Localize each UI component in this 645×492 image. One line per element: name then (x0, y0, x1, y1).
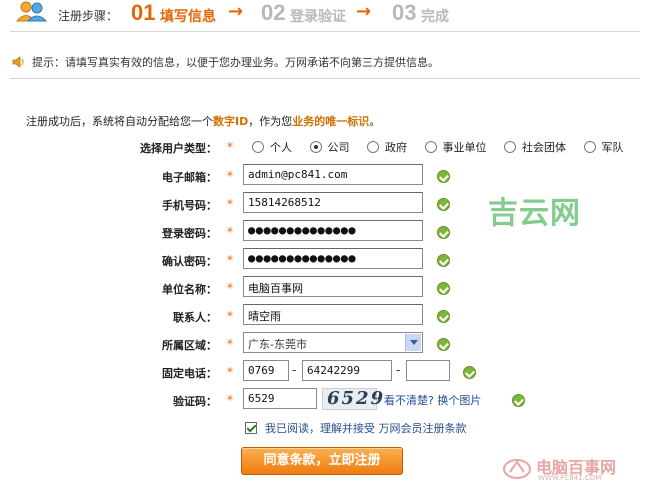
phone-separator: - (292, 363, 297, 377)
company-label: 单位名称： (162, 283, 217, 296)
radio-label: 公司 (327, 141, 350, 154)
site-logo-icon (503, 459, 531, 479)
arrow-icon: → (228, 1, 244, 22)
agree-register-button[interactable]: 同意条款，立即注册 (241, 447, 403, 475)
note-highlight-id: 数字ID (213, 115, 249, 128)
radio-military[interactable]: 军队 (583, 139, 624, 155)
step-1-number: 01 (131, 0, 156, 25)
divider (10, 31, 640, 32)
steps-label: 注册步骤： (58, 9, 119, 23)
required-mark: * (227, 253, 233, 267)
required-mark: * (227, 197, 233, 211)
divider (10, 78, 640, 79)
speaker-icon (12, 56, 24, 68)
radio-social-group[interactable]: 社会团体 (504, 139, 566, 155)
note-highlight-unique: 业务的唯一标识 (292, 115, 370, 128)
note-text: 注册成功后，系统将自动分配给您一个 (26, 115, 213, 128)
required-mark: * (227, 225, 233, 239)
email-input[interactable]: admin@pc841.com (243, 164, 423, 185)
required-mark: * (227, 281, 233, 295)
valid-check-icon (463, 366, 476, 379)
step-1-text: 填写信息 (160, 9, 216, 25)
radio-label: 军队 (601, 141, 624, 154)
captcha-image[interactable]: 6529 (322, 388, 383, 410)
radio-label: 政府 (385, 141, 407, 154)
radio-icon[interactable] (504, 141, 516, 153)
region-label: 所属区域： (162, 339, 217, 352)
required-mark: * (227, 140, 233, 154)
password-label: 登录密码： (162, 227, 217, 240)
step-2-text: 登录验证 (290, 9, 346, 25)
radio-icon[interactable] (583, 141, 596, 153)
confirm-password-label: 确认密码： (162, 255, 217, 268)
valid-check-icon (437, 338, 450, 351)
required-mark: * (227, 365, 233, 379)
note-text: 。 (369, 115, 381, 128)
phone-separator: - (396, 363, 401, 377)
radio-institution[interactable]: 事业单位 (424, 139, 487, 155)
required-mark: * (227, 309, 233, 323)
chevron-down-icon[interactable] (405, 334, 421, 351)
agree-checkbox[interactable] (245, 422, 257, 434)
password-input[interactable]: ●●●●●●●●●●●●●● (243, 220, 423, 241)
step-2-number: 02 (261, 0, 286, 25)
required-mark: * (227, 337, 233, 351)
captcha-label: 验证码： (173, 395, 217, 408)
id-note: 注册成功后，系统将自动分配给您一个数字ID，作为您业务的唯一标识。 (26, 113, 380, 129)
email-label: 电子邮箱： (162, 171, 217, 184)
company-input[interactable]: 电脑百事网 (243, 276, 423, 297)
step-3-text: 完成 (421, 9, 449, 25)
contact-label: 联系人： (173, 311, 217, 324)
phone-label: 固定电话： (162, 367, 217, 380)
users-icon (15, 1, 48, 22)
radio-icon[interactable] (367, 141, 379, 153)
note-text: ，作为您 (248, 115, 293, 128)
valid-check-icon (437, 310, 450, 323)
watermark-site2: 电脑百事网 WWW.PC841.COM (496, 452, 644, 488)
valid-check-icon (437, 226, 450, 239)
agree-text[interactable]: 我已阅读，理解并接受 万网会员注册条款 (265, 422, 467, 435)
radio-label: 社会团体 (522, 141, 566, 154)
mobile-input[interactable]: 15814268512 (243, 192, 423, 213)
valid-check-icon (437, 198, 450, 211)
user-type-label: 选择用户类型： (140, 142, 217, 155)
radio-company[interactable]: 公司 (309, 139, 350, 155)
mobile-label: 手机号码： (162, 199, 217, 212)
user-type-radio-group: 个人 公司 政府 事业单位 社会团体 军队 (252, 139, 638, 155)
refresh-captcha-link[interactable]: 看不清楚? 换个图片 (384, 392, 481, 408)
tip-bar: 提示：请填写真实有效的信息，以便于您办理业务。万网承诺不向第三方提供信息。 (12, 54, 439, 70)
required-mark: * (227, 169, 233, 183)
radio-government[interactable]: 政府 (367, 139, 407, 155)
radio-personal[interactable]: 个人 (252, 139, 292, 155)
radio-label: 事业单位 (442, 141, 487, 154)
phone-area-input[interactable]: 0769 (243, 360, 289, 381)
watermark-site1: 吉云网 (488, 196, 581, 231)
valid-check-icon (437, 170, 450, 183)
radio-icon[interactable] (252, 141, 264, 153)
confirm-password-input[interactable]: ●●●●●●●●●●●●●● (243, 248, 423, 269)
region-value: 广东-东莞市 (248, 338, 307, 351)
step-3-number: 03 (392, 0, 417, 25)
agree-terms[interactable]: 我已阅读，理解并接受 万网会员注册条款 (245, 420, 467, 436)
radio-selected-icon[interactable] (309, 141, 322, 153)
phone-number-input[interactable]: 64242299 (302, 360, 392, 381)
phone-ext-input[interactable] (406, 360, 450, 381)
captcha-input[interactable]: 6529 (243, 388, 317, 409)
arrow-icon: → (356, 1, 372, 22)
tip-text: 提示：请填写真实有效的信息，以便于您办理业务。万网承诺不向第三方提供信息。 (32, 56, 439, 69)
valid-check-icon (437, 254, 450, 267)
valid-check-icon (437, 282, 450, 295)
valid-check-icon (512, 394, 525, 407)
watermark-site2-url: WWW.PC841.COM (538, 474, 602, 482)
radio-label: 个人 (270, 141, 292, 154)
required-mark: * (227, 393, 233, 407)
radio-icon[interactable] (424, 141, 437, 153)
contact-input[interactable]: 晴空雨 (243, 304, 423, 325)
region-select[interactable]: 广东-东莞市 (243, 332, 423, 353)
registration-steps: 注册步骤： 01 填写信息 → 02 登录验证 → 03 完成 (0, 0, 645, 30)
